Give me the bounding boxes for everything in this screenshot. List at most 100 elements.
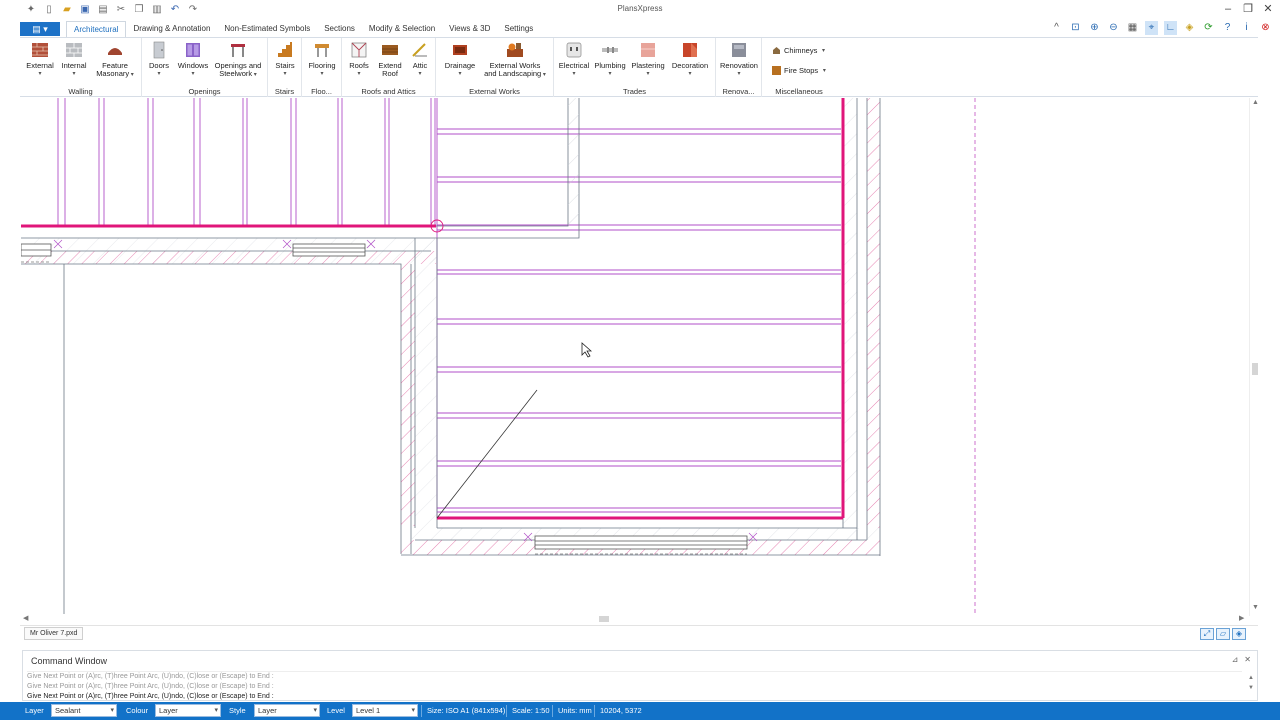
plastering-button[interactable]: Plastering ▾ bbox=[628, 41, 668, 78]
model-view-icon[interactable]: ▱ bbox=[1216, 628, 1230, 640]
refresh-icon[interactable]: ⟳ bbox=[1202, 21, 1215, 35]
scroll-right-icon[interactable]: ▶ bbox=[1239, 614, 1244, 622]
scroll-down-icon[interactable]: ▼ bbox=[1252, 604, 1259, 611]
tab-architectural[interactable]: Architectural bbox=[66, 21, 127, 37]
zoom-window-icon[interactable]: ⊡ bbox=[1069, 21, 1082, 35]
zoom-in-icon[interactable]: ⊕ bbox=[1088, 21, 1101, 35]
command-line: Give Next Point or (A)rc, (T)hree Point … bbox=[27, 683, 274, 690]
stairs-button[interactable]: Stairs ▾ bbox=[270, 41, 300, 78]
scroll-left-icon[interactable]: ◀ bbox=[23, 614, 28, 622]
collapse-ribbon-icon[interactable]: ^ bbox=[1050, 21, 1063, 35]
feature-masonry-button[interactable]: Feature Masonary ▾ bbox=[94, 41, 136, 79]
group-external-works: Drainage ▾ External Works and Landscaping … bbox=[436, 38, 554, 97]
brick-wall-icon bbox=[32, 43, 48, 57]
landscaping-icon bbox=[507, 43, 523, 57]
attic-button[interactable]: Attic ▾ bbox=[406, 41, 434, 78]
extend-roof-button[interactable]: Extend Roof bbox=[375, 41, 405, 78]
plaster-icon bbox=[641, 43, 655, 57]
fire-stops-button[interactable]: Fire Stops ▾ bbox=[772, 66, 826, 75]
upper-room-walls bbox=[435, 98, 580, 239]
window-controls: – ❐ ✕ bbox=[1222, 2, 1274, 16]
chevron-down-icon: ▾ bbox=[411, 707, 415, 714]
horizontal-scrollbar[interactable]: ◀ ▶ bbox=[21, 614, 1249, 624]
tab-drawing-annotation[interactable]: Drawing & Annotation bbox=[126, 21, 217, 37]
vertical-scroll-thumb[interactable] bbox=[1252, 363, 1258, 375]
horizontal-scroll-thumb[interactable] bbox=[599, 616, 609, 622]
electrical-button[interactable]: Electrical ▾ bbox=[556, 41, 592, 78]
status-separator bbox=[506, 705, 507, 717]
level-select[interactable]: Level 1 ▾ bbox=[352, 704, 418, 717]
attic-icon bbox=[412, 43, 427, 57]
tab-non-estimated-symbols[interactable]: Non-Estimated Symbols bbox=[217, 21, 317, 37]
chevron-down-icon: ▾ bbox=[214, 707, 218, 714]
chevron-down-icon: ▾ bbox=[110, 707, 114, 714]
window-title: PlansXpress bbox=[617, 4, 663, 13]
group-roofs: Roofs ▾ Extend Roof Attic ▾ Roofs and Attic… bbox=[342, 38, 436, 97]
tab-settings[interactable]: Settings bbox=[497, 21, 540, 37]
close-icon[interactable]: ✕ bbox=[1262, 2, 1274, 16]
zoom-extents-icon[interactable]: ⤢ bbox=[1200, 628, 1214, 640]
scroll-up-icon[interactable]: ▲ bbox=[1252, 99, 1259, 106]
upper-wall-hatch bbox=[568, 98, 579, 226]
pin-icon[interactable]: ⊿ bbox=[1232, 655, 1239, 664]
fire-stop-icon bbox=[772, 66, 781, 75]
exterior-walls bbox=[21, 98, 881, 614]
command-prompt[interactable]: Give Next Point or (A)rc, (T)hree Point … bbox=[27, 692, 1242, 702]
decoration-button[interactable]: Decoration ▾ bbox=[668, 41, 712, 78]
openings-steelwork-button[interactable]: Openings and Steelwork ▾ bbox=[212, 41, 264, 79]
windows bbox=[21, 243, 748, 555]
internal-wall-button[interactable]: Internal ▾ bbox=[58, 41, 90, 78]
command-window-title: Command Window bbox=[31, 656, 108, 666]
status-separator bbox=[594, 705, 595, 717]
minimize-icon[interactable]: – bbox=[1222, 2, 1234, 16]
ortho-icon[interactable]: ∟ bbox=[1164, 21, 1177, 35]
chimneys-button[interactable]: Chimneys ▾ bbox=[772, 46, 825, 55]
layers-icon[interactable]: ◈ bbox=[1183, 21, 1196, 35]
colour-label: Colour bbox=[126, 706, 149, 715]
ribbon-panel: External ▾ Internal ▾ Feature Masonary ▾ Wa… bbox=[20, 37, 1258, 97]
style-select[interactable]: Layer ▾ bbox=[254, 704, 320, 717]
chimney-icon bbox=[773, 47, 780, 54]
command-scroll-arrows[interactable]: ▲ ▼ bbox=[1248, 673, 1254, 693]
layer-select[interactable]: Sealant ▾ bbox=[51, 704, 117, 717]
tab-modify-selection[interactable]: Modify & Selection bbox=[362, 21, 442, 37]
renovation-button[interactable]: Renovation ▾ bbox=[718, 41, 760, 78]
snap-icon[interactable]: ⌖ bbox=[1145, 21, 1158, 35]
renovation-icon bbox=[732, 43, 746, 57]
roofs-button[interactable]: Roofs ▾ bbox=[344, 41, 374, 78]
document-tab[interactable]: Mr Oliver 7.pxd bbox=[24, 627, 84, 640]
doors-button[interactable]: Doors ▾ bbox=[144, 41, 174, 78]
exit-icon[interactable]: ⊗ bbox=[1259, 21, 1272, 35]
floor-plan-drawing[interactable] bbox=[21, 98, 1249, 614]
close-panel-icon[interactable]: ✕ bbox=[1244, 655, 1251, 664]
external-wall-button[interactable]: External ▾ bbox=[24, 41, 56, 78]
group-flooring: Flooring ▾ Floo... bbox=[302, 38, 342, 97]
plumbing-button[interactable]: Plumbing ▾ bbox=[592, 41, 628, 78]
colour-select[interactable]: Layer ▾ bbox=[155, 704, 221, 717]
restore-icon[interactable]: ❐ bbox=[1242, 2, 1254, 16]
floor-joists-left bbox=[57, 98, 436, 225]
flooring-button[interactable]: Flooring ▾ bbox=[306, 41, 338, 78]
drawing-rubber-band-line bbox=[436, 389, 538, 519]
vertical-scrollbar[interactable]: ▲ ▼ bbox=[1249, 98, 1259, 616]
windows-button[interactable]: Windows ▾ bbox=[176, 41, 210, 78]
floor-joists-right bbox=[436, 98, 841, 518]
command-window-controls: ⊿ ✕ bbox=[1232, 655, 1251, 664]
status-separator bbox=[552, 705, 553, 717]
cursor-coordinates: 10204, 5372 bbox=[600, 706, 642, 715]
drainage-button[interactable]: Drainage ▾ bbox=[440, 41, 480, 78]
group-renovation: Renovation ▾ Renova... bbox=[716, 38, 762, 97]
external-works-landscaping-button[interactable]: External Works and Landscaping ▾ bbox=[482, 41, 548, 79]
tab-views-3d[interactable]: Views & 3D bbox=[442, 21, 497, 37]
help-icon[interactable]: ? bbox=[1221, 21, 1234, 35]
layout-view-icon[interactable]: ◈ bbox=[1232, 628, 1246, 640]
zoom-out-icon[interactable]: ⊖ bbox=[1107, 21, 1120, 35]
roof-plan-icon bbox=[351, 42, 367, 58]
tab-sections[interactable]: Sections bbox=[317, 21, 362, 37]
info-icon[interactable]: i bbox=[1240, 21, 1253, 35]
drawing-canvas[interactable] bbox=[21, 98, 1249, 614]
grid-icon[interactable]: ▦ bbox=[1126, 21, 1139, 35]
app-menu-button[interactable]: ▤ ▾ bbox=[20, 22, 60, 36]
title-bar: ✦ ▯ ▰ ▣ ▤ ✂ ❐ ▥ ↶ ↷ PlansXpress – ❐ ✕ bbox=[0, 0, 1280, 20]
drawing-scale: Scale: 1:50 bbox=[512, 706, 550, 715]
